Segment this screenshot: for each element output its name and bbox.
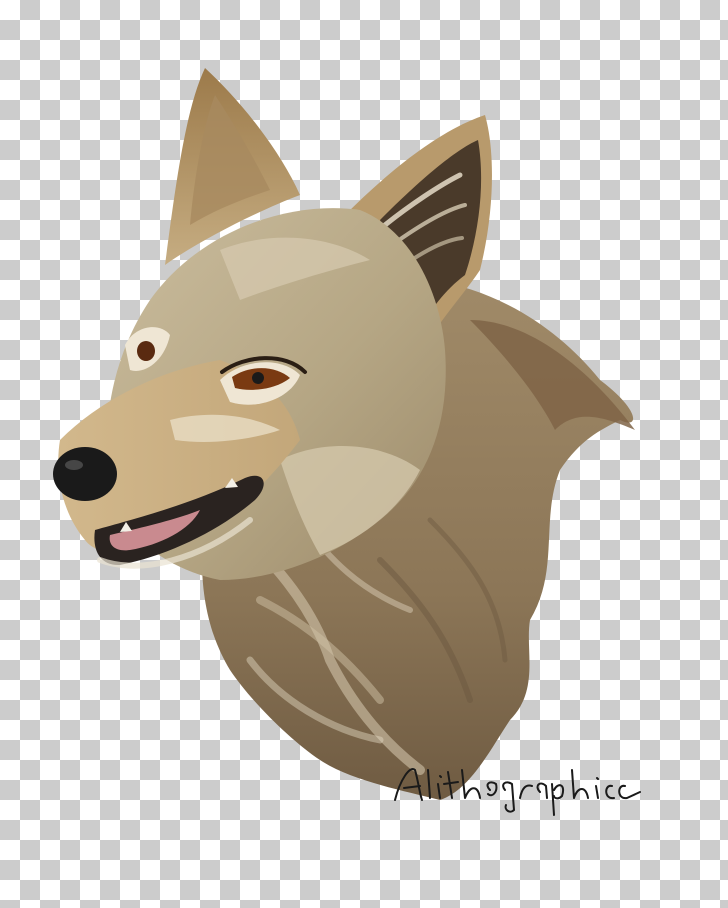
coyote-illustration bbox=[53, 68, 641, 816]
checkerboard-background bbox=[0, 0, 728, 908]
nose bbox=[53, 447, 117, 501]
